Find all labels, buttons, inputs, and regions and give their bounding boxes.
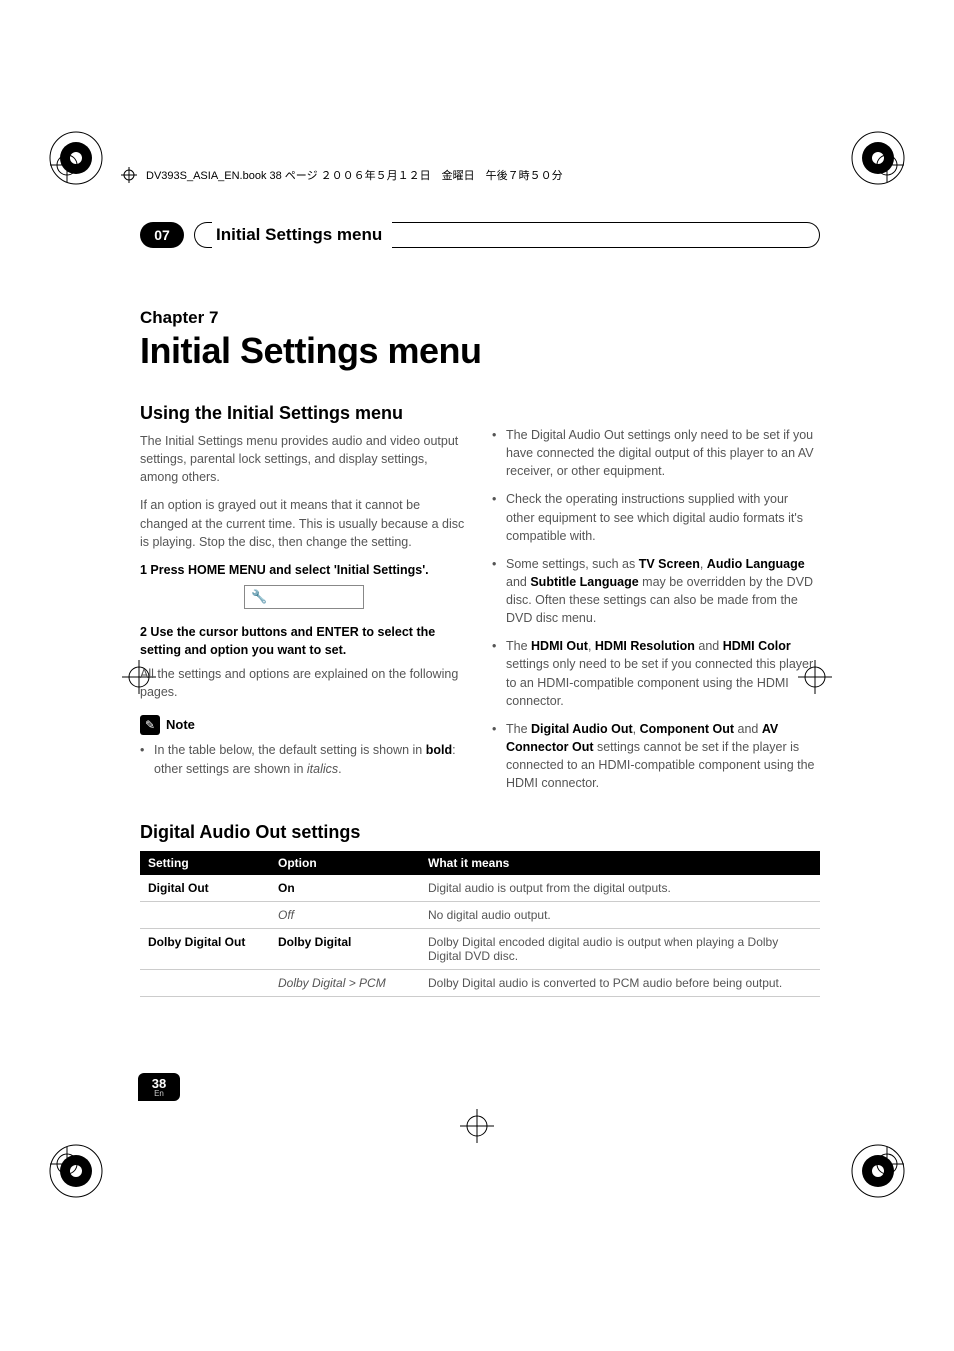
bullet-item: Check the operating instructions supplie… xyxy=(492,490,820,544)
print-header-text: DV393S_ASIA_EN.book 38 ページ ２００６年５月１２日 金曜… xyxy=(146,167,563,183)
right-column: The Digital Audio Out settings only need… xyxy=(492,400,820,802)
bullet-bold: Audio Language xyxy=(707,557,805,571)
initial-settings-box: 🔧 xyxy=(244,585,364,609)
cell-meaning: Digital audio is output from the digital… xyxy=(420,875,820,902)
cell-meaning: Dolby Digital audio is converted to PCM … xyxy=(420,970,820,997)
page-language: En xyxy=(154,1090,164,1098)
bullet-text-pre: The xyxy=(506,639,531,653)
bullet-item: The Digital Audio Out, Component Out and… xyxy=(492,720,820,793)
cell-option: Off xyxy=(270,902,420,929)
step-1: 1 Press HOME MENU and select 'Initial Se… xyxy=(140,561,468,579)
note-text-pre: In the table below, the default setting … xyxy=(154,743,426,757)
bullet-text: Check the operating instructions supplie… xyxy=(506,492,803,542)
table-section-heading: Digital Audio Out settings xyxy=(140,822,820,843)
bullet-bold: Subtitle Language xyxy=(530,575,638,589)
cell-option: On xyxy=(270,875,420,902)
note-label: Note xyxy=(166,716,195,735)
bullet-item: The Digital Audio Out settings only need… xyxy=(492,426,820,480)
bullet-bold: HDMI Resolution xyxy=(595,639,695,653)
step-2-followup: All the settings and options are explain… xyxy=(140,665,468,701)
page-number: 38 xyxy=(152,1077,166,1090)
table-header-row: Setting Option What it means xyxy=(140,851,820,875)
bullet-text-mid: , xyxy=(700,557,707,571)
registration-mark-icon xyxy=(450,1099,504,1153)
registration-mark-icon xyxy=(860,1137,914,1191)
registration-mark-icon xyxy=(860,138,914,192)
page-number-badge: 38 En xyxy=(138,1073,180,1101)
cell-setting xyxy=(140,970,270,997)
bullet-bold: HDMI Color xyxy=(723,639,791,653)
chapter-bracket-icon xyxy=(194,222,212,248)
spanner-icon: 🔧 xyxy=(251,588,267,607)
registration-mark-icon xyxy=(40,1137,94,1191)
table-row: Dolby Digital Out Dolby Digital Dolby Di… xyxy=(140,929,820,970)
print-header: DV393S_ASIA_EN.book 38 ページ ２００６年５月１２日 金曜… xyxy=(120,163,834,187)
bullet-bold: TV Screen xyxy=(639,557,700,571)
note-pencil-icon: ✎ xyxy=(140,715,160,735)
chapter-number-pill: 07 xyxy=(140,222,184,248)
note-header: ✎ Note xyxy=(140,715,468,735)
table-row: Digital Out On Digital audio is output f… xyxy=(140,875,820,902)
cell-meaning: No digital audio output. xyxy=(420,902,820,929)
cell-meaning: Dolby Digital encoded digital audio is o… xyxy=(420,929,820,970)
bullet-text-post: settings only need to be set if you conn… xyxy=(506,657,813,707)
paragraph: The Initial Settings menu provides audio… xyxy=(140,432,468,486)
registration-mark-icon xyxy=(40,138,94,192)
left-column: Using the Initial Settings menu The Init… xyxy=(140,400,468,802)
note-bullet: In the table below, the default setting … xyxy=(140,741,468,777)
cell-option: Dolby Digital xyxy=(270,929,420,970)
chapter-bar-title: Initial Settings menu xyxy=(216,225,382,245)
bullet-text-pre: Some settings, such as xyxy=(506,557,639,571)
bullet-text-mid: , xyxy=(588,639,595,653)
bullet-text-mid: , xyxy=(633,722,640,736)
paragraph: If an option is grayed out it means that… xyxy=(140,496,468,550)
bullet-bold: Digital Audio Out xyxy=(531,722,633,736)
digital-audio-out-table: Setting Option What it means Digital Out… xyxy=(140,851,820,997)
bullet-bold: HDMI Out xyxy=(531,639,588,653)
section-heading: Using the Initial Settings menu xyxy=(140,400,468,426)
registration-mark-small-icon xyxy=(120,166,138,184)
cell-setting: Digital Out xyxy=(140,875,270,902)
bullet-text-pre: The xyxy=(506,722,531,736)
bullet-text-mid: and xyxy=(734,722,762,736)
bullet-bold: Component Out xyxy=(640,722,734,736)
note-text-bold: bold xyxy=(426,743,452,757)
bullet-text: The Digital Audio Out settings only need… xyxy=(506,428,814,478)
bullet-item: The HDMI Out, HDMI Resolution and HDMI C… xyxy=(492,637,820,710)
cell-option: Dolby Digital > PCM xyxy=(270,970,420,997)
cell-setting: Dolby Digital Out xyxy=(140,929,270,970)
bullet-text-mid: and xyxy=(695,639,723,653)
chapter-label: Chapter 7 xyxy=(140,308,820,328)
th-setting: Setting xyxy=(140,851,270,875)
chapter-header-bar: 07 Initial Settings menu xyxy=(140,222,820,248)
table-row: Dolby Digital > PCM Dolby Digital audio … xyxy=(140,970,820,997)
bullet-item: Some settings, such as TV Screen, Audio … xyxy=(492,555,820,628)
step-2: 2 Use the cursor buttons and ENTER to se… xyxy=(140,623,468,659)
note-text-italic: italics xyxy=(307,762,338,776)
th-option: Option xyxy=(270,851,420,875)
chapter-bar-outline xyxy=(392,222,820,248)
table-row: Off No digital audio output. xyxy=(140,902,820,929)
note-text-post: . xyxy=(338,762,341,776)
cell-setting xyxy=(140,902,270,929)
th-meaning: What it means xyxy=(420,851,820,875)
page-title: Initial Settings menu xyxy=(140,330,820,372)
bullet-text-mid: and xyxy=(506,575,530,589)
